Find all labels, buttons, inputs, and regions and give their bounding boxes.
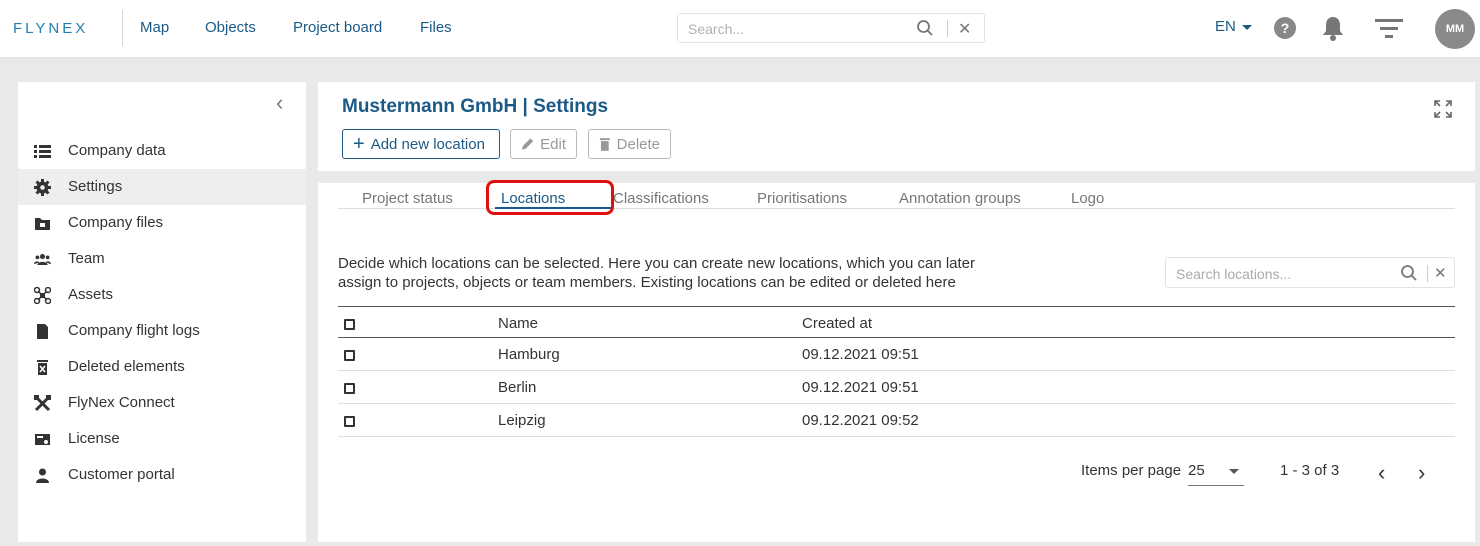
sidebar-item-settings[interactable]: Settings: [18, 169, 306, 205]
drone-icon: [34, 287, 51, 304]
sidebar-item-team[interactable]: Team: [18, 241, 306, 277]
tab-prioritisations[interactable]: Prioritisations: [757, 190, 847, 207]
divider: [122, 10, 123, 46]
folder-icon: [35, 218, 50, 230]
highlight-annotation: [486, 180, 614, 215]
table-header: Name Created at: [338, 306, 1455, 338]
sidebar-item-label: Customer portal: [68, 466, 175, 483]
sidebar-item-company-files[interactable]: Company files: [18, 205, 306, 241]
row-checkbox[interactable]: [344, 383, 355, 394]
sidebar-item-label: Company flight logs: [68, 322, 200, 339]
next-page-icon[interactable]: ›: [1418, 460, 1425, 486]
language-selector[interactable]: EN: [1215, 18, 1252, 35]
search-icon[interactable]: [916, 19, 934, 37]
people-icon: [34, 253, 51, 266]
search-locations-input[interactable]: Search locations... ✕: [1165, 257, 1455, 288]
caret-down-icon: [1241, 24, 1252, 30]
settings-tabs: Project status Locations Classifications…: [338, 180, 1455, 215]
tab-annotation-groups[interactable]: Annotation groups: [899, 190, 1021, 207]
previous-page-icon[interactable]: ‹: [1378, 460, 1385, 486]
row-checkbox[interactable]: [344, 416, 355, 427]
nav-objects[interactable]: Objects: [205, 19, 256, 36]
add-location-button[interactable]: + Add new location: [342, 129, 500, 159]
sidebar-item-license[interactable]: License: [18, 421, 306, 457]
top-bar: FLYNEX Map Objects Project board Files S…: [0, 0, 1480, 58]
items-per-page-label: Items per page: [1081, 462, 1182, 479]
nav-map[interactable]: Map: [140, 19, 169, 36]
column-header-name[interactable]: Name: [498, 315, 538, 332]
list-icon: [34, 145, 51, 158]
column-header-created[interactable]: Created at: [802, 315, 872, 332]
location-name: Leipzig: [498, 412, 546, 429]
nav-files[interactable]: Files: [420, 19, 452, 36]
bell-icon[interactable]: [1320, 14, 1346, 42]
trash-icon: [599, 138, 610, 151]
sidebar-item-company-data[interactable]: Company data: [18, 133, 306, 169]
sidebar-item-label: Company files: [68, 214, 164, 231]
location-name: Berlin: [498, 379, 537, 396]
collapse-sidebar-icon[interactable]: ‹: [276, 90, 283, 116]
settings-header: Mustermann GmbH | Settings + Add new loc…: [318, 82, 1475, 171]
items-per-page-select[interactable]: 25: [1188, 460, 1244, 486]
sidebar-item-assets[interactable]: Assets: [18, 277, 306, 313]
sidebar-item-label: Company data: [68, 142, 166, 159]
created-at: 09.12.2021 09:52: [802, 412, 919, 429]
sidebar-item-label: Deleted elements: [68, 358, 185, 375]
locations-description: Decide which locations can be selected. …: [338, 255, 976, 291]
plus-icon: +: [353, 133, 365, 155]
created-at: 09.12.2021 09:51: [802, 346, 919, 363]
avatar[interactable]: MM: [1435, 9, 1475, 49]
global-search-input[interactable]: Search... ✕: [677, 13, 985, 43]
pencil-icon: [521, 138, 534, 150]
sidebar: ‹ Company data Settings Company files Te…: [18, 82, 306, 542]
trash-icon: [37, 360, 48, 375]
tab-project-status[interactable]: Project status: [362, 190, 453, 207]
edit-button[interactable]: Edit: [510, 129, 577, 159]
sidebar-item-deleted-elements[interactable]: Deleted elements: [18, 349, 306, 385]
select-all-checkbox[interactable]: [344, 319, 355, 330]
fullscreen-icon[interactable]: [1434, 100, 1452, 118]
nav-project-board[interactable]: Project board: [293, 19, 382, 36]
gear-icon: [34, 179, 51, 196]
locations-table: Name Created at Hamburg 09.12.2021 09:51…: [338, 306, 1455, 437]
license-icon: [35, 434, 50, 445]
locations-panel: Project status Locations Classifications…: [318, 180, 1475, 542]
sidebar-item-label: Assets: [68, 286, 114, 303]
row-checkbox[interactable]: [344, 350, 355, 361]
tools-icon: [34, 395, 51, 412]
table-row[interactable]: Leipzig 09.12.2021 09:52: [338, 404, 1455, 437]
table-row[interactable]: Berlin 09.12.2021 09:51: [338, 371, 1455, 404]
clear-search-icon[interactable]: ✕: [1434, 264, 1447, 282]
sidebar-item-label: License: [68, 430, 120, 447]
help-icon[interactable]: ?: [1274, 17, 1296, 39]
sidebar-item-label: FlyNex Connect: [68, 394, 175, 411]
page-range: 1 - 3 of 3: [1280, 462, 1340, 479]
tab-logo[interactable]: Logo: [1071, 190, 1104, 207]
page-title: Mustermann GmbH | Settings: [342, 96, 609, 117]
table-row[interactable]: Hamburg 09.12.2021 09:51: [338, 338, 1455, 371]
flynex-logo[interactable]: FLYNEX: [13, 20, 105, 37]
sidebar-item-label: Settings: [68, 178, 123, 195]
paginator: Items per page 25 1 - 3 of 3 ‹ ›: [318, 460, 1475, 490]
sidebar-item-company-flight-logs[interactable]: Company flight logs: [18, 313, 306, 349]
caret-down-icon: [1229, 469, 1239, 474]
document-icon: [37, 324, 48, 339]
sidebar-item-label: Team: [68, 250, 105, 267]
person-icon: [36, 468, 49, 483]
delete-button[interactable]: Delete: [588, 129, 671, 159]
tab-classifications[interactable]: Classifications: [613, 190, 709, 207]
sidebar-item-customer-portal[interactable]: Customer portal: [18, 457, 306, 493]
search-icon[interactable]: [1400, 264, 1418, 282]
filter-icon[interactable]: [1374, 16, 1404, 42]
clear-search-icon[interactable]: ✕: [958, 19, 971, 39]
created-at: 09.12.2021 09:51: [802, 379, 919, 396]
location-name: Hamburg: [498, 346, 560, 363]
sidebar-item-flynex-connect[interactable]: FlyNex Connect: [18, 385, 306, 421]
